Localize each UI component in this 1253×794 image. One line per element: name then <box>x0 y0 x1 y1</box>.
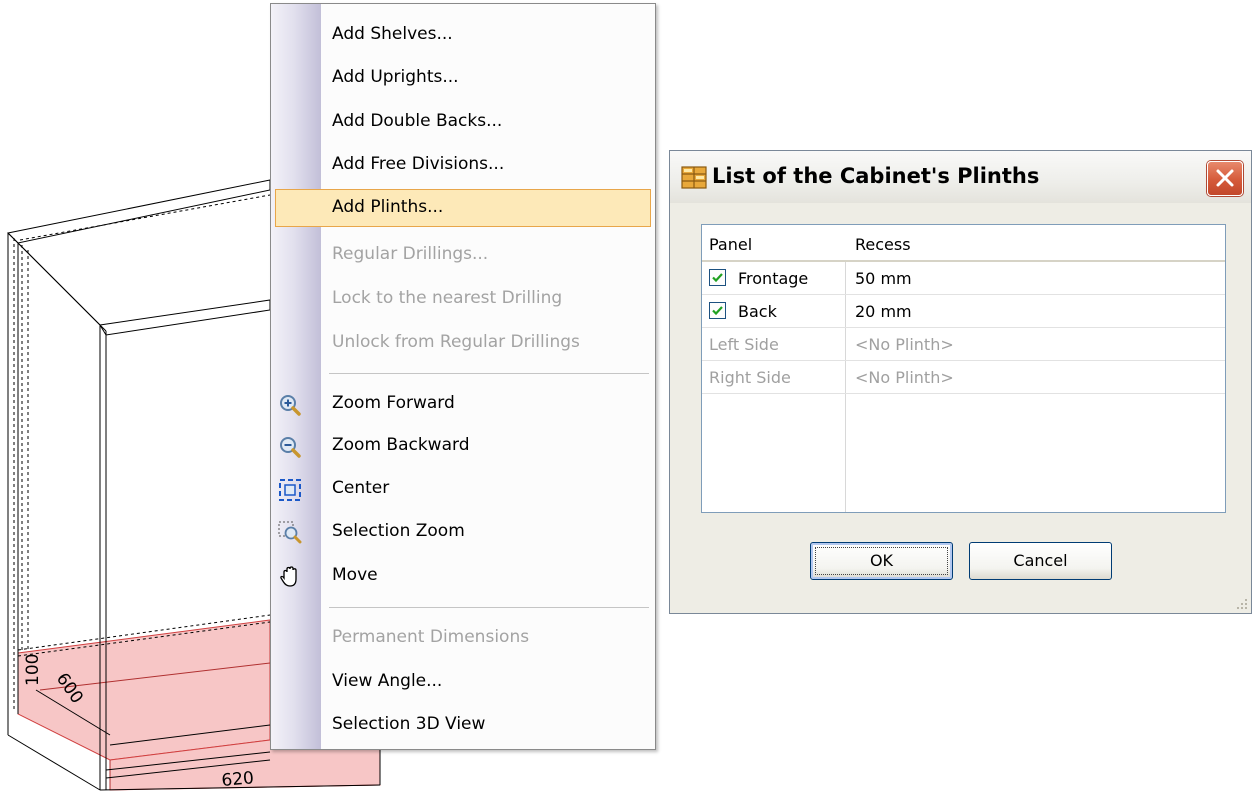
menu-item-label: Zoom Backward <box>332 435 470 455</box>
menu-item-add-uprights[interactable]: Add Uprights... <box>275 59 651 97</box>
plinths-dialog: List of the Cabinet's Plinths Panel Rece… <box>669 150 1252 614</box>
menu-item-add-plinths[interactable]: Add Plinths... <box>275 189 651 227</box>
menu-item-unlock-regular-drillings[interactable]: Unlock from Regular Drillings <box>275 324 651 362</box>
menu-item-add-free-divisions[interactable]: Add Free Divisions... <box>275 146 651 184</box>
table-header: Panel Recess <box>702 225 1225 262</box>
menu-item-selection-zoom[interactable]: Selection Zoom <box>275 513 651 551</box>
menu-item-label: Add Double Backs... <box>332 111 503 131</box>
column-header-panel[interactable]: Panel <box>709 235 752 254</box>
context-menu: Add Shelves... Add Uprights... Add Doubl… <box>270 3 656 750</box>
checkbox-frontage[interactable] <box>709 269 726 286</box>
menu-item-selection-3d-view[interactable]: Selection 3D View <box>275 706 651 744</box>
cancel-button[interactable]: Cancel <box>969 542 1112 580</box>
menu-item-label: View Angle... <box>332 671 443 691</box>
menu-item-regular-drillings[interactable]: Regular Drillings... <box>275 236 651 274</box>
menu-item-label: Add Uprights... <box>332 67 459 87</box>
cell-recess: <No Plinth> <box>855 368 954 387</box>
menu-item-label: Add Plinths... <box>332 197 444 217</box>
menu-item-label: Zoom Forward <box>332 393 455 413</box>
menu-item-label: Add Shelves... <box>332 24 453 44</box>
menu-item-permanent-dimensions[interactable]: Permanent Dimensions <box>275 619 651 657</box>
ok-button[interactable]: OK <box>810 542 953 580</box>
plinth-list-table[interactable]: Panel Recess Frontage 50 mm Back 20 mm L… <box>701 224 1226 513</box>
menu-item-label: Permanent Dimensions <box>332 627 530 647</box>
menu-item-center[interactable]: Center <box>275 470 651 508</box>
cancel-button-label: Cancel <box>1013 551 1068 570</box>
checkbox-back[interactable] <box>709 302 726 319</box>
zoom-out-icon <box>278 435 302 459</box>
menu-item-label: Unlock from Regular Drillings <box>332 332 580 352</box>
center-view-icon <box>278 478 302 502</box>
table-row[interactable]: Frontage 50 mm <box>702 262 1225 295</box>
hand-pan-icon <box>278 565 302 589</box>
table-row[interactable]: Back 20 mm <box>702 295 1225 328</box>
cabinet-icon <box>680 163 708 191</box>
ok-button-label: OK <box>869 551 894 570</box>
cell-recess[interactable]: 50 mm <box>855 269 912 288</box>
zoom-in-icon <box>278 393 302 417</box>
dialog-title: List of the Cabinet's Plinths <box>712 164 1040 188</box>
checkmark-icon <box>712 306 723 316</box>
menu-item-zoom-backward[interactable]: Zoom Backward <box>275 427 651 465</box>
menu-separator <box>329 607 649 608</box>
checkmark-icon <box>712 273 723 283</box>
selection-zoom-icon <box>278 521 302 545</box>
dimension-height: 100 <box>23 654 43 686</box>
menu-item-add-double-backs[interactable]: Add Double Backs... <box>275 103 651 141</box>
cell-panel: Right Side <box>709 368 791 387</box>
menu-item-label: Lock to the nearest Drilling <box>332 288 563 308</box>
menu-item-add-shelves[interactable]: Add Shelves... <box>275 16 651 54</box>
cell-recess: <No Plinth> <box>855 335 954 354</box>
table-row[interactable]: Right Side <No Plinth> <box>702 361 1225 394</box>
menu-item-label: Regular Drillings... <box>332 244 489 264</box>
cell-recess[interactable]: 20 mm <box>855 302 912 321</box>
menu-separator <box>329 373 649 374</box>
menu-item-label: Selection Zoom <box>332 521 465 541</box>
dialog-titlebar[interactable]: List of the Cabinet's Plinths <box>670 151 1251 203</box>
column-header-recess[interactable]: Recess <box>855 235 911 254</box>
resize-grip-icon[interactable] <box>1234 596 1248 610</box>
menu-item-move[interactable]: Move <box>275 557 651 595</box>
close-button[interactable] <box>1207 161 1243 196</box>
cell-panel: Back <box>738 302 777 321</box>
table-row[interactable]: Left Side <No Plinth> <box>702 328 1225 361</box>
menu-item-label: Selection 3D View <box>332 714 486 734</box>
close-icon <box>1216 169 1234 187</box>
menu-item-label: Move <box>332 565 378 585</box>
menu-item-label: Center <box>332 478 390 498</box>
menu-item-lock-to-nearest-drilling[interactable]: Lock to the nearest Drilling <box>275 280 651 318</box>
menu-item-label: Add Free Divisions... <box>332 154 505 174</box>
dimension-width: 620 <box>221 768 255 791</box>
menu-item-view-angle[interactable]: View Angle... <box>275 663 651 701</box>
cell-panel: Left Side <box>709 335 779 354</box>
menu-item-zoom-forward[interactable]: Zoom Forward <box>275 385 651 423</box>
cell-panel: Frontage <box>738 269 809 288</box>
